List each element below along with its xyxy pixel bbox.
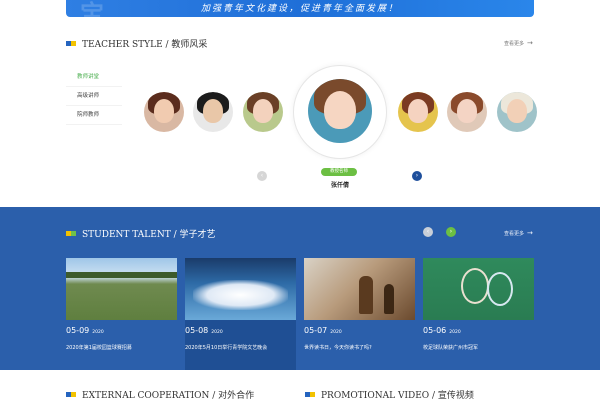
- teacher-avatar[interactable]: [447, 92, 487, 132]
- talent-more-link[interactable]: 查看更多 →: [504, 229, 533, 237]
- talent-title-text: STUDENT TALENT / 学子才艺: [82, 230, 216, 240]
- tab-teacher-lecture[interactable]: 教师讲堂: [66, 68, 122, 87]
- section-mark-icon: [66, 392, 76, 397]
- talent-more-label: 查看更多: [504, 230, 525, 237]
- teacher-avatar[interactable]: [398, 92, 438, 132]
- arrow-right-icon: →: [527, 229, 533, 237]
- teacher-avatar[interactable]: [243, 92, 283, 132]
- teacher-more-link[interactable]: 查看更多 →: [504, 39, 533, 47]
- card-date: 05-07: [304, 326, 328, 335]
- section-mark-icon: [305, 392, 315, 397]
- teacher-title-text: TEACHER STYLE / 教师风采: [82, 40, 208, 50]
- teacher-badge: 教授名师: [321, 168, 357, 176]
- cooperation-section-title: EXTERNAL COOPERATION / 对外合作: [66, 388, 254, 400]
- ballet-image: [185, 258, 296, 320]
- talent-card[interactable]: 05-07 2020 世界读书日，今天你读书了吗?: [304, 258, 415, 370]
- chevron-right-icon[interactable]: ›: [412, 171, 422, 181]
- card-year: 2020: [211, 330, 223, 335]
- talent-card[interactable]: 05-09 2020 2020年第1届校园篮球赛招募: [66, 258, 177, 370]
- card-date: 05-06: [423, 326, 447, 335]
- teacher-avatar[interactable]: [144, 92, 184, 132]
- section-mark-icon: [66, 41, 76, 46]
- tab-college-teacher[interactable]: 院师教师: [66, 106, 122, 125]
- teacher-avatar[interactable]: [193, 92, 233, 132]
- banner-slogan: 加强青年文化建设，促进青年全面发展！: [200, 4, 399, 14]
- talent-section-title: STUDENT TALENT / 学子才艺: [66, 227, 215, 240]
- card-caption: 2020年第1届校园篮球赛招募: [66, 345, 132, 351]
- tab-senior-lecturer[interactable]: 高级讲师: [66, 87, 122, 106]
- teacher-avatar[interactable]: [497, 92, 537, 132]
- featured-teacher-avatar[interactable]: [308, 79, 372, 143]
- talent-card[interactable]: 05-08 2020 2020年5月10日举行青学院文艺晚会: [185, 258, 296, 370]
- card-year: 2020: [92, 330, 104, 335]
- tennis-racket-image: [423, 258, 534, 320]
- chevron-right-icon[interactable]: ›: [446, 227, 456, 237]
- card-year: 2020: [330, 330, 342, 335]
- card-date: 05-09: [66, 326, 90, 335]
- video-title-text: PROMOTIONAL VIDEO / 宣传视频: [321, 391, 474, 400]
- chess-image: [304, 258, 415, 320]
- section-mark-icon: [66, 231, 76, 236]
- card-caption: 世界读书日，今天你读书了吗?: [304, 345, 372, 351]
- talent-card[interactable]: 05-06 2020 校足球队荣获广州市冠军: [423, 258, 534, 370]
- card-date: 05-08: [185, 326, 209, 335]
- cooperation-title-text: EXTERNAL COOPERATION / 对外合作: [82, 391, 255, 400]
- chevron-left-icon[interactable]: ‹: [257, 171, 267, 181]
- teacher-more-label: 查看更多: [504, 40, 525, 47]
- football-field-image: [66, 258, 177, 320]
- talent-cards: 05-09 2020 2020年第1届校园篮球赛招募 05-08 2020 2020…: [66, 258, 534, 370]
- teacher-section-title: TEACHER STYLE / 教师风采: [66, 37, 207, 50]
- card-year: 2020: [449, 330, 461, 335]
- video-section-title: PROMOTIONAL VIDEO / 宣传视频: [305, 388, 474, 400]
- top-banner: 宝 加强青年文化建设，促进青年全面发展！: [66, 0, 534, 17]
- arrow-right-icon: →: [527, 39, 533, 47]
- chevron-left-icon[interactable]: ‹: [423, 227, 433, 237]
- card-caption: 校足球队荣获广州市冠军: [423, 345, 479, 351]
- teacher-name: 张仟倩: [330, 182, 349, 189]
- teacher-tabs: 教师讲堂 高级讲师 院师教师: [66, 68, 122, 125]
- card-caption: 2020年5月10日举行青学院文艺晚会: [185, 345, 268, 351]
